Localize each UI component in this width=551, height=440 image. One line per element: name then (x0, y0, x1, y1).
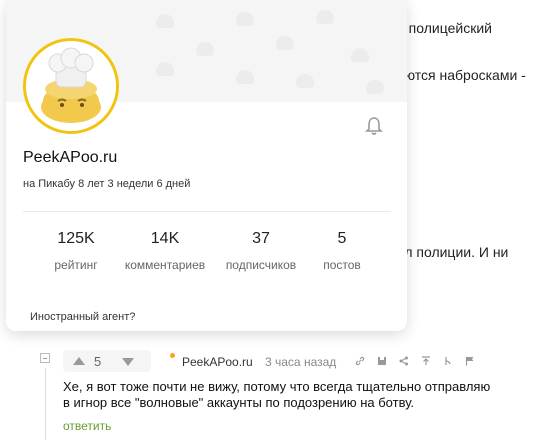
cover-pattern-icon (276, 36, 294, 50)
profile-member-since: на Пикабу 8 лет 3 недели 6 дней (23, 178, 191, 190)
save-icon[interactable] (377, 356, 387, 366)
profile-note: Иностранный агент? (30, 311, 136, 323)
article-text-fragment: яются набросками - (397, 67, 526, 83)
online-status-dot (170, 353, 175, 358)
branch-icon[interactable] (443, 356, 453, 366)
comment-time[interactable]: 3 часа назад (265, 355, 336, 369)
bell-icon[interactable] (365, 116, 383, 136)
cover-pattern-icon (296, 74, 314, 88)
stat-label: комментариев (124, 258, 206, 272)
cover-pattern-icon (156, 62, 174, 76)
upvote-icon[interactable] (73, 357, 85, 365)
chef-bun-avatar-icon (26, 41, 116, 131)
comment-text: Хе, я вот тоже почти не вижу, потому что… (63, 379, 491, 410)
share-icon[interactable] (399, 356, 409, 366)
stat-value: 5 (337, 230, 347, 247)
cover-pattern-icon (236, 70, 254, 84)
stat-label: рейтинг (54, 258, 98, 272)
divider (23, 211, 391, 212)
cover-pattern-icon (351, 48, 369, 62)
stat-value: 14K (150, 230, 180, 247)
stat-posts[interactable]: 5 постов (292, 230, 392, 272)
pin-up-icon[interactable] (421, 356, 431, 366)
collapse-thread-button[interactable] (40, 353, 50, 363)
cover-pattern-icon (156, 14, 174, 28)
avatar[interactable] (23, 38, 119, 134)
cover-pattern-icon (236, 12, 254, 26)
cover-pattern-icon (316, 10, 334, 24)
thread-line[interactable] (45, 368, 46, 440)
stat-comments: 14K комментариев (115, 230, 215, 272)
comment-author[interactable]: PeekAPoo.ru (182, 355, 253, 369)
cover-pattern-icon (196, 42, 214, 56)
link-icon[interactable] (355, 356, 365, 366)
comment-score: 5 (94, 354, 102, 369)
flag-icon[interactable] (465, 356, 475, 366)
article-text-fragment: ел полиции. И ни (397, 244, 509, 260)
profile-username[interactable]: PeekAPoo.ru (23, 149, 117, 167)
stat-label: постов (323, 258, 361, 272)
stat-value: 125K (57, 230, 95, 247)
profile-card: PeekAPoo.ru на Пикабу 8 лет 3 недели 6 д… (6, 0, 407, 331)
article-text-fragment: о полицейский (397, 20, 492, 36)
cover-pattern-icon (366, 80, 384, 94)
reply-link[interactable]: ответить (63, 419, 111, 433)
stat-rating: 125K рейтинг (26, 230, 126, 272)
downvote-icon[interactable] (122, 358, 134, 366)
